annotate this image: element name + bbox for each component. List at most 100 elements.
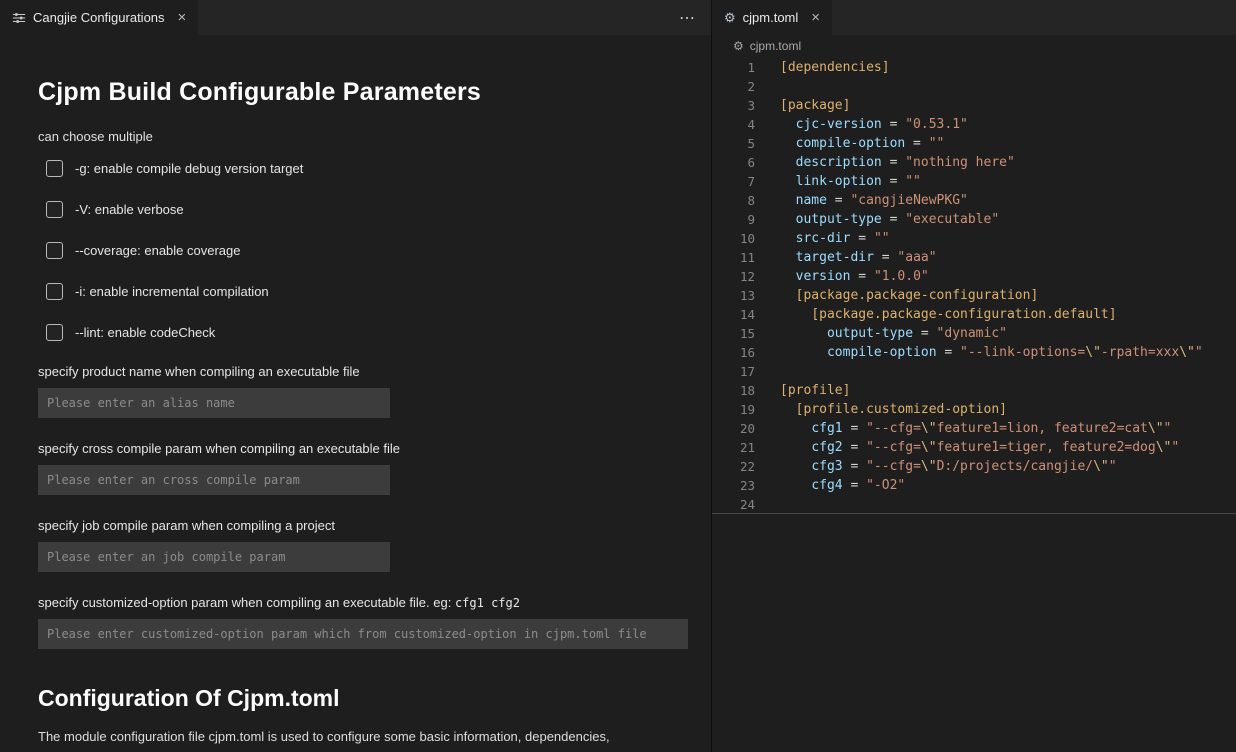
line-number: 18 <box>712 381 755 400</box>
checkbox[interactable] <box>46 324 63 341</box>
breadcrumb-item[interactable]: cjpm.toml <box>750 39 801 53</box>
line-number: 13 <box>712 286 755 305</box>
cangjie-config-webview: Cjpm Build Configurable Parameters can c… <box>0 35 711 752</box>
text-input[interactable] <box>38 388 390 418</box>
line-number: 3 <box>712 96 755 115</box>
code-line[interactable]: 12 version = "1.0.0" <box>712 267 1236 286</box>
line-number: 20 <box>712 419 755 438</box>
tab-cangjie-configurations[interactable]: Cangjie Configurations × <box>0 0 198 35</box>
line-text: cjc-version = "0.53.1" <box>755 115 968 134</box>
code-line[interactable]: 8 name = "cangjieNewPKG" <box>712 191 1236 210</box>
code-line[interactable]: 3[package] <box>712 96 1236 115</box>
line-text: [package.package-configuration] <box>755 286 1038 305</box>
line-text: output-type = "executable" <box>755 210 999 229</box>
line-text: cfg2 = "--cfg=\"feature1=tiger, feature2… <box>755 438 1179 457</box>
line-number: 15 <box>712 324 755 343</box>
code-line[interactable]: 21 cfg2 = "--cfg=\"feature1=tiger, featu… <box>712 438 1236 457</box>
line-text: description = "nothing here" <box>755 153 1015 172</box>
code-line[interactable]: 1[dependencies] <box>712 58 1236 77</box>
code-line[interactable]: 4 cjc-version = "0.53.1" <box>712 115 1236 134</box>
line-text: version = "1.0.0" <box>755 267 929 286</box>
checkbox-row: -i: enable incremental compilation <box>38 283 711 300</box>
code-line[interactable]: 16 compile-option = "--link-options=\"-r… <box>712 343 1236 362</box>
field-label: specify product name when compiling an e… <box>38 364 711 379</box>
line-text: [profile.customized-option] <box>755 400 1007 419</box>
line-number: 14 <box>712 305 755 324</box>
line-text: [profile] <box>755 381 850 400</box>
checkbox-label: -i: enable incremental compilation <box>75 284 269 299</box>
line-text: src-dir = "" <box>755 229 890 248</box>
checkbox[interactable] <box>46 201 63 218</box>
line-number: 19 <box>712 400 755 419</box>
text-input[interactable] <box>38 619 688 649</box>
tune-icon <box>12 11 26 25</box>
tab-label: cjpm.toml <box>743 10 799 25</box>
code-line[interactable]: 7 link-option = "" <box>712 172 1236 191</box>
checkbox-label: -V: enable verbose <box>75 202 184 217</box>
line-number: 24 <box>712 495 755 513</box>
gear-icon: ⚙ <box>733 39 744 53</box>
gear-icon: ⚙ <box>724 10 736 26</box>
checkbox-row: --lint: enable codeCheck <box>38 324 711 341</box>
line-number: 7 <box>712 172 755 191</box>
line-text: link-option = "" <box>755 172 921 191</box>
text-input[interactable] <box>38 465 390 495</box>
code-line[interactable]: 20 cfg1 = "--cfg=\"feature1=lion, featur… <box>712 419 1236 438</box>
checkbox-label: --lint: enable codeCheck <box>75 325 215 340</box>
code-line[interactable]: 24 <box>712 495 1236 514</box>
code-line[interactable]: 10 src-dir = "" <box>712 229 1236 248</box>
page-title: Cjpm Build Configurable Parameters <box>38 78 711 107</box>
line-number: 21 <box>712 438 755 457</box>
checkbox[interactable] <box>46 160 63 177</box>
code-line[interactable]: 14 [package.package-configuration.defaul… <box>712 305 1236 324</box>
close-icon[interactable]: × <box>178 10 187 25</box>
checkbox-row: -V: enable verbose <box>38 201 711 218</box>
line-number: 4 <box>712 115 755 134</box>
code-line[interactable]: 5 compile-option = "" <box>712 134 1236 153</box>
code-line[interactable]: 6 description = "nothing here" <box>712 153 1236 172</box>
line-number: 5 <box>712 134 755 153</box>
tab-label: Cangjie Configurations <box>33 10 165 25</box>
line-number: 11 <box>712 248 755 267</box>
code-line[interactable]: 13 [package.package-configuration] <box>712 286 1236 305</box>
checkbox[interactable] <box>46 283 63 300</box>
line-text: compile-option = "" <box>755 134 944 153</box>
more-actions-button[interactable]: ⋯ <box>665 0 711 35</box>
code-line[interactable]: 15 output-type = "dynamic" <box>712 324 1236 343</box>
left-editor-group: Cangjie Configurations × ⋯ Cjpm Build Co… <box>0 0 712 752</box>
section-heading: Configuration Of Cjpm.toml <box>38 685 711 712</box>
code-line[interactable]: 22 cfg3 = "--cfg=\"D:/projects/cangjie/\… <box>712 457 1236 476</box>
workbench: Cangjie Configurations × ⋯ Cjpm Build Co… <box>0 0 1236 752</box>
line-text <box>755 362 780 381</box>
line-text <box>755 77 780 96</box>
line-number: 17 <box>712 362 755 381</box>
code-line[interactable]: 17 <box>712 362 1236 381</box>
text-input[interactable] <box>38 542 390 572</box>
tab-bar-spacer <box>198 0 665 35</box>
field-list: specify product name when compiling an e… <box>38 364 711 649</box>
field-label-code: cfg1 cfg2 <box>455 596 520 610</box>
line-number: 22 <box>712 457 755 476</box>
code-line[interactable]: 23 cfg4 = "-O2" <box>712 476 1236 495</box>
subtitle: can choose multiple <box>38 129 711 144</box>
line-number: 8 <box>712 191 755 210</box>
checkbox-list: -g: enable compile debug version target -… <box>38 160 711 341</box>
code-line[interactable]: 18[profile] <box>712 381 1236 400</box>
line-number: 16 <box>712 343 755 362</box>
left-tab-bar: Cangjie Configurations × ⋯ <box>0 0 711 35</box>
code-line[interactable]: 11 target-dir = "aaa" <box>712 248 1236 267</box>
code-line[interactable]: 9 output-type = "executable" <box>712 210 1236 229</box>
tab-cjpm-toml[interactable]: ⚙ cjpm.toml × <box>712 0 832 35</box>
breadcrumb[interactable]: ⚙ cjpm.toml <box>712 35 1236 57</box>
code-line[interactable]: 19 [profile.customized-option] <box>712 400 1236 419</box>
code-line[interactable]: 2 <box>712 77 1236 96</box>
checkbox-row: --coverage: enable coverage <box>38 242 711 259</box>
checkbox[interactable] <box>46 242 63 259</box>
line-text <box>755 495 780 513</box>
line-number: 1 <box>712 58 755 77</box>
line-text: name = "cangjieNewPKG" <box>755 191 968 210</box>
line-text: output-type = "dynamic" <box>755 324 1007 343</box>
checkbox-row: -g: enable compile debug version target <box>38 160 711 177</box>
close-icon[interactable]: × <box>811 10 820 25</box>
checkbox-label: --coverage: enable coverage <box>75 243 241 258</box>
